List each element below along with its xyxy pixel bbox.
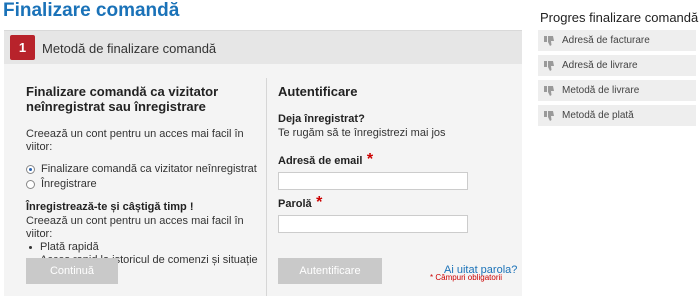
continue-button[interactable]: Continuă <box>26 258 118 284</box>
radio-guest[interactable] <box>26 165 35 174</box>
step-header: 1 Metodă de finalizare comandă <box>4 30 522 64</box>
login-button[interactable]: Autentificare <box>278 258 382 284</box>
thumb-down-icon <box>544 85 554 96</box>
radio-guest-label[interactable]: Finalizare comandă ca vizitator neînregi… <box>41 163 257 176</box>
progress-item-label: Metodă de livrare <box>562 85 640 96</box>
benefit-label: Plată rapidă <box>40 241 99 253</box>
register-promo-intro: Creează un cont pentru un acces mai faci… <box>26 215 244 240</box>
radio-option-guest[interactable]: Finalizare comandă ca vizitator neînregi… <box>26 162 261 177</box>
thumb-down-icon <box>544 110 554 121</box>
progress-item-label: Adresă de facturare <box>562 35 650 46</box>
password-field-group: Parolă * <box>278 194 506 212</box>
login-column: Autentificare Deja înregistrat? Te rugăm… <box>278 84 506 233</box>
required-star: * <box>366 151 374 168</box>
thumb-down-icon <box>544 60 554 71</box>
radio-register[interactable] <box>26 180 35 189</box>
progress-item-payment-method: Metodă de plată <box>538 105 696 126</box>
checkout-type-radio-group: Finalizare comandă ca vizitator neînregi… <box>26 162 261 192</box>
guest-column: Finalizare comandă ca vizitator neînregi… <box>26 84 261 267</box>
already-registered-text: Deja înregistrat? <box>278 113 365 125</box>
step-number-badge: 1 <box>10 35 35 60</box>
step-title: Metodă de finalizare comandă <box>42 41 217 56</box>
required-star: * <box>316 194 323 211</box>
login-heading: Autentificare <box>278 84 358 99</box>
email-field-group: Adresă de email * <box>278 151 506 169</box>
column-divider <box>266 78 267 296</box>
please-login-text: Te rugăm să te înregistrezi mai jos <box>278 127 446 139</box>
sidebar-title: Progres finalizare comandă <box>540 10 699 25</box>
forgot-password-link[interactable]: Ai uitat parola? <box>444 264 517 276</box>
radio-option-register[interactable]: Înregistrare <box>26 177 261 192</box>
bullet-icon <box>29 246 32 249</box>
page-title: Finalizare comandă <box>3 0 180 21</box>
password-label: Parolă <box>278 198 312 210</box>
guest-heading: Finalizare comandă ca vizitator neînregi… <box>26 84 219 114</box>
progress-item-shipping-address: Adresă de livrare <box>538 55 696 76</box>
step-panel: Finalizare comandă ca vizitator neînregi… <box>4 64 522 296</box>
list-item: Plată rapidă <box>26 241 261 254</box>
progress-item-shipping-method: Metodă de livrare <box>538 80 696 101</box>
radio-register-label[interactable]: Înregistrare <box>41 178 97 191</box>
register-promo-title: Înregistrează-te și câștigă timp ! <box>26 201 194 213</box>
guest-intro-text: Creează un cont pentru un acces mai faci… <box>26 128 244 153</box>
email-label: Adresă de email <box>278 155 363 167</box>
progress-item-billing-address: Adresă de facturare <box>538 30 696 51</box>
progress-item-label: Adresă de livrare <box>562 60 638 71</box>
thumb-down-icon <box>544 35 554 46</box>
email-input[interactable] <box>278 172 468 190</box>
checkout-progress-sidebar: Progres finalizare comandă Adresă de fac… <box>538 10 699 130</box>
progress-item-label: Metodă de plată <box>562 110 634 121</box>
checkout-main: 1 Metodă de finalizare comandă Finalizar… <box>4 30 522 296</box>
password-input[interactable] <box>278 215 468 233</box>
